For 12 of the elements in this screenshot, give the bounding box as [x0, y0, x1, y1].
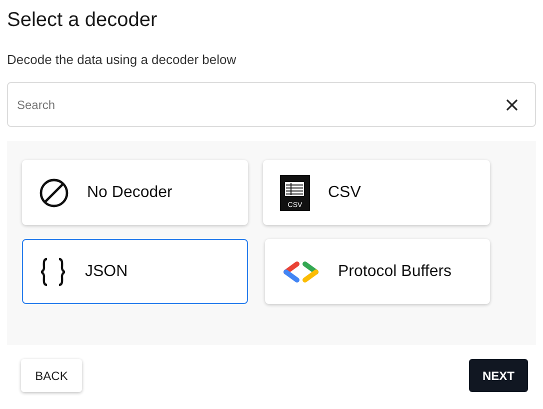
close-icon[interactable] [506, 99, 518, 111]
decoder-card[interactable]: No Decoder [22, 160, 248, 225]
decoder-card[interactable]: JSON [22, 239, 248, 304]
page-subtitle: Decode the data using a decoder below [7, 52, 238, 68]
decoder-card[interactable]: Protocol Buffers [265, 239, 490, 304]
next-button[interactable]: NEXT [469, 359, 528, 392]
search-field[interactable]: Search [7, 82, 536, 127]
prohibited-icon [39, 178, 69, 208]
braces-icon [39, 256, 67, 286]
back-button[interactable]: BACK [21, 359, 82, 392]
chevrons-icon [282, 260, 320, 282]
page-title: Select a decoder [7, 8, 158, 32]
